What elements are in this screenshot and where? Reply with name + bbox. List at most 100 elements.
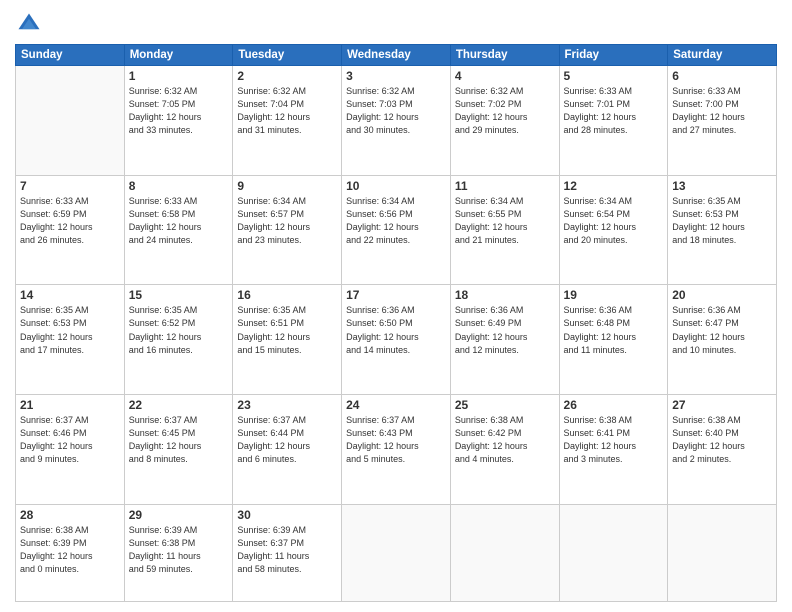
week-row-1: 7 Sunrise: 6:33 AM Sunset: 6:59 PM Daylig… (16, 175, 777, 285)
day-number: 16 (237, 288, 337, 302)
calendar-cell (450, 504, 559, 601)
day-info: Sunrise: 6:35 AM Sunset: 6:52 PM Dayligh… (129, 304, 229, 356)
day-number: 12 (564, 179, 664, 193)
day-number: 8 (129, 179, 229, 193)
day-number: 23 (237, 398, 337, 412)
calendar-cell: 2 Sunrise: 6:32 AM Sunset: 7:04 PM Daylig… (233, 66, 342, 176)
day-header-saturday: Saturday (668, 45, 777, 66)
calendar-cell: 23Sunrise: 6:37 AM Sunset: 6:44 PM Dayli… (233, 395, 342, 505)
calendar-cell (559, 504, 668, 601)
calendar-cell: 27 Sunrise: 6:38 AM Sunset: 6:40 PM Dayli… (668, 395, 777, 505)
day-info: Sunrise: 6:38 AM Sunset: 6:40 PM Dayligh… (672, 414, 772, 466)
day-info: Sunrise: 6:38 AM Sunset: 6:41 PM Dayligh… (564, 414, 664, 466)
calendar-table: SundayMondayTuesdayWednesdayThursdayFrid… (15, 44, 777, 602)
logo (15, 10, 47, 38)
day-info: Sunrise: 6:34 AM Sunset: 6:54 PM Dayligh… (564, 195, 664, 247)
day-header-thursday: Thursday (450, 45, 559, 66)
day-number: 30 (237, 508, 337, 522)
day-info: Sunrise: 6:34 AM Sunset: 6:57 PM Dayligh… (237, 195, 337, 247)
week-row-2: 14 Sunrise: 6:35 AM Sunset: 6:53 PM Dayli… (16, 285, 777, 395)
day-number: 15 (129, 288, 229, 302)
day-info: Sunrise: 6:39 AM Sunset: 6:37 PM Dayligh… (237, 524, 337, 576)
day-number: 3 (346, 69, 446, 83)
calendar-cell (342, 504, 451, 601)
day-number: 4 (455, 69, 555, 83)
day-number: 11 (455, 179, 555, 193)
calendar-cell: 7 Sunrise: 6:33 AM Sunset: 6:59 PM Daylig… (16, 175, 125, 285)
calendar-cell: 14 Sunrise: 6:35 AM Sunset: 6:53 PM Dayli… (16, 285, 125, 395)
day-number: 27 (672, 398, 772, 412)
calendar-cell: 8 Sunrise: 6:33 AM Sunset: 6:58 PM Daylig… (124, 175, 233, 285)
day-number: 9 (237, 179, 337, 193)
calendar-cell: 5 Sunrise: 6:33 AM Sunset: 7:01 PM Daylig… (559, 66, 668, 176)
day-number: 21 (20, 398, 120, 412)
week-row-4: 28 Sunrise: 6:38 AM Sunset: 6:39 PM Dayli… (16, 504, 777, 601)
calendar-cell (668, 504, 777, 601)
day-info: Sunrise: 6:35 AM Sunset: 6:53 PM Dayligh… (20, 304, 120, 356)
day-number: 2 (237, 69, 337, 83)
day-number: 5 (564, 69, 664, 83)
calendar-cell: 4 Sunrise: 6:32 AM Sunset: 7:02 PM Daylig… (450, 66, 559, 176)
calendar-cell: 10 Sunrise: 6:34 AM Sunset: 6:56 PM Dayli… (342, 175, 451, 285)
day-info: Sunrise: 6:38 AM Sunset: 6:39 PM Dayligh… (20, 524, 120, 576)
day-header-monday: Monday (124, 45, 233, 66)
calendar-cell: 20 Sunrise: 6:36 AM Sunset: 6:47 PM Dayli… (668, 285, 777, 395)
calendar-cell: 18 Sunrise: 6:36 AM Sunset: 6:49 PM Dayli… (450, 285, 559, 395)
day-number: 25 (455, 398, 555, 412)
day-info: Sunrise: 6:34 AM Sunset: 6:56 PM Dayligh… (346, 195, 446, 247)
calendar-cell: 1 Sunrise: 6:32 AM Sunset: 7:05 PM Daylig… (124, 66, 233, 176)
day-number: 29 (129, 508, 229, 522)
day-info: Sunrise: 6:34 AM Sunset: 6:55 PM Dayligh… (455, 195, 555, 247)
header (15, 10, 777, 38)
calendar-cell: 6Sunrise: 6:33 AM Sunset: 7:00 PM Daylig… (668, 66, 777, 176)
logo-icon (15, 10, 43, 38)
day-header-tuesday: Tuesday (233, 45, 342, 66)
day-number: 28 (20, 508, 120, 522)
day-info: Sunrise: 6:35 AM Sunset: 6:51 PM Dayligh… (237, 304, 337, 356)
day-info: Sunrise: 6:36 AM Sunset: 6:49 PM Dayligh… (455, 304, 555, 356)
day-info: Sunrise: 6:33 AM Sunset: 6:59 PM Dayligh… (20, 195, 120, 247)
calendar-cell: 16 Sunrise: 6:35 AM Sunset: 6:51 PM Dayli… (233, 285, 342, 395)
day-info: Sunrise: 6:36 AM Sunset: 6:48 PM Dayligh… (564, 304, 664, 356)
calendar-cell: 21 Sunrise: 6:37 AM Sunset: 6:46 PM Dayli… (16, 395, 125, 505)
day-info: Sunrise: 6:37 AM Sunset: 6:46 PM Dayligh… (20, 414, 120, 466)
day-info: Sunrise: 6:33 AM Sunset: 7:01 PM Dayligh… (564, 85, 664, 137)
day-info: Sunrise: 6:32 AM Sunset: 7:02 PM Dayligh… (455, 85, 555, 137)
day-header-wednesday: Wednesday (342, 45, 451, 66)
day-number: 10 (346, 179, 446, 193)
day-number: 24 (346, 398, 446, 412)
calendar-cell: 28 Sunrise: 6:38 AM Sunset: 6:39 PM Dayli… (16, 504, 125, 601)
day-number: 7 (20, 179, 120, 193)
calendar-cell: 25Sunrise: 6:38 AM Sunset: 6:42 PM Dayli… (450, 395, 559, 505)
calendar-cell: 3Sunrise: 6:32 AM Sunset: 7:03 PM Daylig… (342, 66, 451, 176)
week-row-3: 21 Sunrise: 6:37 AM Sunset: 6:46 PM Dayli… (16, 395, 777, 505)
calendar-cell: 17Sunrise: 6:36 AM Sunset: 6:50 PM Dayli… (342, 285, 451, 395)
day-info: Sunrise: 6:32 AM Sunset: 7:05 PM Dayligh… (129, 85, 229, 137)
day-number: 6 (672, 69, 772, 83)
day-info: Sunrise: 6:37 AM Sunset: 6:43 PM Dayligh… (346, 414, 446, 466)
calendar-cell: 13Sunrise: 6:35 AM Sunset: 6:53 PM Dayli… (668, 175, 777, 285)
day-info: Sunrise: 6:36 AM Sunset: 6:47 PM Dayligh… (672, 304, 772, 356)
calendar-cell: 15 Sunrise: 6:35 AM Sunset: 6:52 PM Dayli… (124, 285, 233, 395)
calendar-cell: 22Sunrise: 6:37 AM Sunset: 6:45 PM Dayli… (124, 395, 233, 505)
calendar-cell: 19 Sunrise: 6:36 AM Sunset: 6:48 PM Dayli… (559, 285, 668, 395)
week-row-0: 1 Sunrise: 6:32 AM Sunset: 7:05 PM Daylig… (16, 66, 777, 176)
day-header-sunday: Sunday (16, 45, 125, 66)
day-number: 14 (20, 288, 120, 302)
calendar-cell: 29Sunrise: 6:39 AM Sunset: 6:38 PM Dayli… (124, 504, 233, 601)
page: SundayMondayTuesdayWednesdayThursdayFrid… (0, 0, 792, 612)
calendar-cell: 24 Sunrise: 6:37 AM Sunset: 6:43 PM Dayli… (342, 395, 451, 505)
calendar-header-row: SundayMondayTuesdayWednesdayThursdayFrid… (16, 45, 777, 66)
calendar-cell: 11 Sunrise: 6:34 AM Sunset: 6:55 PM Dayli… (450, 175, 559, 285)
day-number: 26 (564, 398, 664, 412)
day-header-friday: Friday (559, 45, 668, 66)
day-info: Sunrise: 6:36 AM Sunset: 6:50 PM Dayligh… (346, 304, 446, 356)
day-number: 19 (564, 288, 664, 302)
calendar-cell: 30 Sunrise: 6:39 AM Sunset: 6:37 PM Dayli… (233, 504, 342, 601)
day-number: 18 (455, 288, 555, 302)
day-info: Sunrise: 6:37 AM Sunset: 6:45 PM Dayligh… (129, 414, 229, 466)
day-number: 20 (672, 288, 772, 302)
day-number: 1 (129, 69, 229, 83)
day-info: Sunrise: 6:32 AM Sunset: 7:04 PM Dayligh… (237, 85, 337, 137)
day-info: Sunrise: 6:33 AM Sunset: 6:58 PM Dayligh… (129, 195, 229, 247)
